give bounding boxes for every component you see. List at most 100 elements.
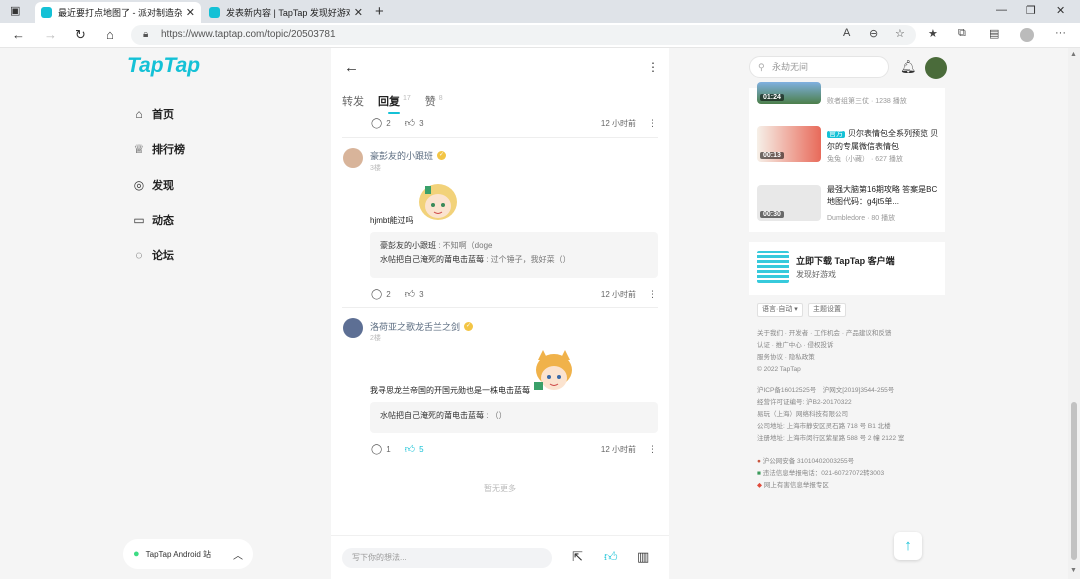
more-icon[interactable]: ⋮ bbox=[648, 118, 657, 129]
tab-likes[interactable]: 赞8 bbox=[425, 93, 443, 109]
avatar[interactable] bbox=[343, 318, 363, 338]
chat-icon: ▭ bbox=[133, 213, 145, 227]
nav-item-rankings[interactable]: ♕ 排行榜 bbox=[132, 141, 185, 157]
add-favorite-icon[interactable]: ☆ bbox=[895, 27, 905, 40]
close-tab-icon[interactable]: ✕ bbox=[354, 6, 363, 19]
active-tab-indicator bbox=[388, 112, 400, 114]
favorites-icon[interactable]: ★ bbox=[928, 27, 938, 40]
footer-legal-line: 经营许可证编号: 沪B2-20170322 bbox=[757, 399, 852, 406]
like-button[interactable]: 👍︎ 3 bbox=[405, 288, 424, 300]
new-tab-icon[interactable]: + bbox=[375, 3, 384, 20]
read-aloud-icon[interactable]: A bbox=[843, 27, 850, 39]
close-tab-icon[interactable]: ✕ bbox=[186, 6, 195, 19]
sticker-image bbox=[534, 350, 572, 390]
reply-button[interactable]: ◯ 2 bbox=[371, 289, 391, 300]
minimize-icon[interactable]: — bbox=[996, 4, 1007, 16]
footer-link[interactable]: 关于我们 · 开发者 · 工作机会 · 产品建议和反馈 bbox=[757, 328, 891, 340]
search-input[interactable]: ⚲ 永劫无间 bbox=[749, 56, 889, 78]
footer-legal-line: 易玩（上海）网络科技有限公司 bbox=[757, 411, 848, 418]
divider bbox=[342, 307, 658, 308]
url-input[interactable]: 🔒︎ https://www.taptap.com/topic/20503781 bbox=[131, 25, 916, 45]
scroll-up-icon[interactable]: ▲ bbox=[1070, 51, 1077, 58]
reply-line: 水帖把自己淹死的莆电击蓝莓 : 过个锤子，我好菜（） bbox=[380, 255, 571, 264]
avatar[interactable] bbox=[343, 148, 363, 168]
scroll-down-icon[interactable]: ▼ bbox=[1070, 567, 1077, 574]
extensions-icon[interactable]: ▤ bbox=[989, 27, 999, 40]
language-select[interactable]: 语言·自动 ▾ bbox=[757, 303, 803, 317]
video-title[interactable]: 最强大脑第16期攻略 答案是BC地图代码：g4jt5单... bbox=[827, 184, 939, 208]
nav-item-home[interactable]: ⌂ 首页 bbox=[132, 106, 174, 122]
video-list: 01:24 败者组第三仗 · 1238 播放 00:13 官方 贝尔表情包全系列预… bbox=[749, 82, 945, 232]
more-options-icon[interactable]: ⋮ bbox=[647, 60, 659, 74]
menu-icon[interactable]: ··· bbox=[1055, 27, 1066, 39]
share-icon[interactable]: ⇱ bbox=[572, 549, 583, 565]
footer-link[interactable]: 服务协议 · 隐私政策 bbox=[757, 352, 891, 364]
footer-police-line[interactable]: ◆ 网上有害信息举报专区 bbox=[757, 480, 884, 492]
comment-icon: ◯ bbox=[371, 117, 383, 129]
video-title[interactable]: 官方 贝尔表情包全系列预览 贝尔的专属微信表情包 bbox=[827, 128, 939, 153]
collections-icon[interactable]: ⧉ bbox=[958, 27, 966, 40]
reply-preview[interactable]: 豪彭友的小跟班 : 不知啊（doge 水帖把自己淹死的莆电击蓝莓 : 过个锤子，… bbox=[370, 232, 658, 278]
browser-tab-active[interactable]: 最近要打点地图了 - 派对制造杂谈 ✕ bbox=[35, 2, 201, 23]
like-button[interactable]: 👍︎ 5 bbox=[405, 443, 424, 455]
close-window-icon[interactable]: ✕ bbox=[1056, 4, 1065, 17]
tab-replies[interactable]: 回复 17 bbox=[378, 93, 411, 109]
profile-icon[interactable] bbox=[1020, 28, 1034, 42]
scrollbar[interactable]: ▲ ▼ bbox=[1068, 48, 1080, 579]
tab-actions-icon[interactable]: ▣ bbox=[10, 4, 20, 17]
footer-links: 关于我们 · 开发者 · 工作机会 · 产品建议和反馈 认证 · 推广中心 · … bbox=[757, 328, 891, 376]
site-logo[interactable]: TapTap bbox=[127, 54, 200, 78]
reply-preview[interactable]: 水帖把自己淹死的莆电击蓝莓 : （） bbox=[370, 402, 658, 433]
comment-text: 我寻思龙兰帝国的开国元勋也是一株电击蓝莓 bbox=[370, 386, 530, 395]
more-icon[interactable]: ⋮ bbox=[648, 444, 657, 455]
more-icon[interactable]: ⋮ bbox=[648, 289, 657, 300]
thumbs-up-icon[interactable]: 👍︎ bbox=[604, 549, 618, 565]
footer-link[interactable]: 认证 · 推广中心 · 侵权投诉 bbox=[757, 340, 891, 352]
comment-text: hjmbt能过吗 bbox=[370, 216, 414, 225]
bell-icon[interactable]: 🔔︎ bbox=[900, 59, 917, 75]
trophy-icon: ♕ bbox=[133, 142, 145, 156]
nav-item-forum[interactable]: ◌ 论坛 bbox=[132, 247, 174, 263]
video-thumbnail[interactable]: 00:30 bbox=[757, 185, 821, 221]
back-to-top-button[interactable]: ↑ bbox=[894, 532, 922, 560]
footer-police-line[interactable]: ● 沪公网安备 31010402003255号 bbox=[757, 456, 884, 468]
tab-title: 最近要打点地图了 - 派对制造杂谈 bbox=[58, 8, 182, 18]
home-icon[interactable]: ⌂ bbox=[106, 27, 114, 42]
comment-icon: ◯ bbox=[371, 288, 383, 300]
forward-icon[interactable]: → bbox=[44, 27, 57, 42]
nav-item-feed[interactable]: ▭ 动态 bbox=[132, 212, 174, 228]
maximize-icon[interactable]: ❐ bbox=[1026, 4, 1036, 17]
browser-tab[interactable]: 发表新内容 | TapTap 发现好游戏 ✕ bbox=[203, 2, 369, 23]
tab-reposts[interactable]: 转发 bbox=[342, 93, 364, 109]
lock-icon: 🔒︎ bbox=[143, 29, 149, 40]
video-duration: 01:24 bbox=[760, 94, 784, 101]
back-arrow-icon[interactable]: ← bbox=[344, 59, 359, 76]
video-thumbnail[interactable]: 00:13 bbox=[757, 126, 821, 162]
thumbs-up-icon: 👍︎ bbox=[404, 118, 416, 129]
user-avatar[interactable] bbox=[925, 57, 947, 79]
nav-item-discover[interactable]: ◎ 发现 bbox=[132, 177, 174, 193]
refresh-icon[interactable]: ↻ bbox=[75, 27, 86, 43]
video-meta: 兔兔（小藏） · 627 播放 bbox=[827, 156, 903, 163]
app-download-button[interactable]: ● TapTap Android 站 ︿ bbox=[123, 539, 253, 569]
video-thumbnail[interactable]: 01:24 bbox=[757, 82, 821, 104]
footer-police-line[interactable]: ■ 违法信息举报电话：021-60727072转3003 bbox=[757, 468, 884, 480]
like-button[interactable]: 👍︎ 3 bbox=[405, 117, 424, 129]
scrollbar-thumb[interactable] bbox=[1071, 402, 1077, 560]
comment-author[interactable]: 豪彭友的小跟班 ✓ bbox=[370, 149, 447, 162]
chevron-up-icon: ︿ bbox=[233, 550, 243, 562]
comment-input[interactable]: 写下你的想法... bbox=[342, 548, 552, 568]
reply-button[interactable]: ◯ 2 bbox=[371, 118, 391, 129]
comment-icon: ◯ bbox=[371, 443, 383, 455]
taptap-favicon bbox=[209, 7, 220, 18]
theme-settings-button[interactable]: 主题设置 bbox=[808, 303, 846, 317]
stats-icon[interactable]: ▥ bbox=[637, 549, 649, 565]
home-icon: ⌂ bbox=[135, 107, 143, 121]
reply-button[interactable]: ◯ 1 bbox=[371, 444, 391, 455]
footer-legal-line: 注册地址: 上海市闵行区紫星路 588 号 2 幢 2122 室 bbox=[757, 435, 905, 442]
comment-author[interactable]: 洛荷亚之歌龙舌兰之剑 ✓ bbox=[370, 320, 474, 333]
qr-code-icon bbox=[757, 251, 789, 283]
zoom-icon[interactable]: ⊖ bbox=[869, 27, 878, 40]
back-icon[interactable]: ← bbox=[12, 27, 25, 42]
download-client-card[interactable]: 立即下载 TapTap 客户端 发现好游戏 bbox=[749, 242, 945, 295]
